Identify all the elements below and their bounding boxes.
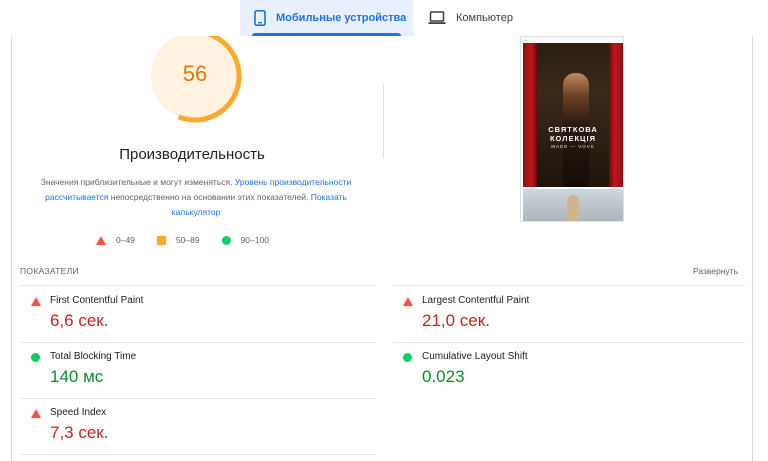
expand-button[interactable]: Развернуть: [693, 266, 738, 276]
metrics-header: ПОКАЗАТЕЛИ: [20, 266, 79, 276]
metric-cls: Cumulative Layout Shift 0.023: [403, 351, 743, 407]
metric-lcp-name: Largest Contentful Paint: [422, 295, 530, 306]
metric-si-value: 7,3 сек.: [50, 423, 109, 442]
performance-title: Производительность: [119, 146, 265, 163]
metric-fcp-name: First Contentful Paint: [50, 295, 144, 306]
divider: [20, 342, 376, 343]
tab-desktop-label: Компьютер: [456, 12, 513, 24]
tab-mobile[interactable]: Мобильные устройства: [240, 0, 413, 36]
legend-average-label: 50–89: [175, 235, 200, 245]
red-triangle-icon: [403, 297, 413, 306]
smartphone-icon: [254, 10, 266, 26]
green-circle-icon: [31, 353, 40, 362]
desc-text-2: непосредственно на основании этих показа…: [108, 192, 311, 202]
device-tabs: Мобильные устройства Компьютер: [0, 0, 768, 36]
metric-fcp-value: 6,6 сек.: [50, 311, 109, 330]
metric-tbt-value: 140 мс: [50, 367, 104, 386]
divider: [20, 398, 376, 399]
red-triangle-icon: [31, 297, 41, 306]
metric-tbt-name: Total Blocking Time: [50, 351, 137, 362]
orange-square-icon: [156, 235, 166, 245]
laptop-icon: [428, 11, 446, 25]
legend-fail: 0–49: [96, 235, 135, 245]
legend-average: 50–89: [156, 235, 200, 245]
screenshot-hero-image: СВЯТКОВА КОЛЕКЦІЯ MADE — VOVK: [523, 43, 623, 187]
legend-pass-label: 90–100: [240, 235, 269, 245]
legend-pass: 90–100: [221, 235, 269, 245]
hero-title: СВЯТКОВА КОЛЕКЦІЯ: [548, 125, 598, 143]
vertical-divider: [383, 84, 384, 158]
performance-description: Значения приблизительные и могут изменят…: [36, 175, 356, 220]
divider: [393, 342, 745, 343]
divider: [20, 454, 376, 455]
red-triangle-icon: [31, 409, 41, 418]
metric-speed-index: Speed Index 7,3 сек.: [31, 407, 371, 461]
divider: [20, 285, 376, 286]
desc-text-1: Значения приблизительные и могут изменят…: [40, 177, 235, 187]
red-triangle-icon: [96, 235, 106, 245]
hero-subtitle: MADE — VOVK: [551, 144, 595, 149]
divider: [393, 285, 745, 286]
metric-si-name: Speed Index: [50, 407, 107, 418]
metric-cls-name: Cumulative Layout Shift: [422, 351, 528, 362]
tab-desktop[interactable]: Компьютер: [426, 0, 536, 36]
green-circle-icon: [403, 353, 412, 362]
legend-fail-label: 0–49: [116, 235, 135, 245]
score-legend: 0–49 50–89 90–100: [96, 235, 291, 245]
metric-lcp-value: 21,0 сек.: [422, 311, 490, 330]
green-circle-icon: [221, 235, 231, 245]
tab-mobile-label: Мобильные устройства: [276, 12, 407, 24]
metric-cls-value: 0.023: [422, 367, 465, 386]
screenshot-secondary-image: [523, 189, 623, 221]
final-screenshot[interactable]: ← СВЯТКОВА КОЛЕКЦІЯ MADE — VOVK: [520, 36, 624, 222]
performance-score: 56: [182, 61, 208, 86]
report-card: 56 Производительность Значения приблизит…: [11, 36, 753, 461]
